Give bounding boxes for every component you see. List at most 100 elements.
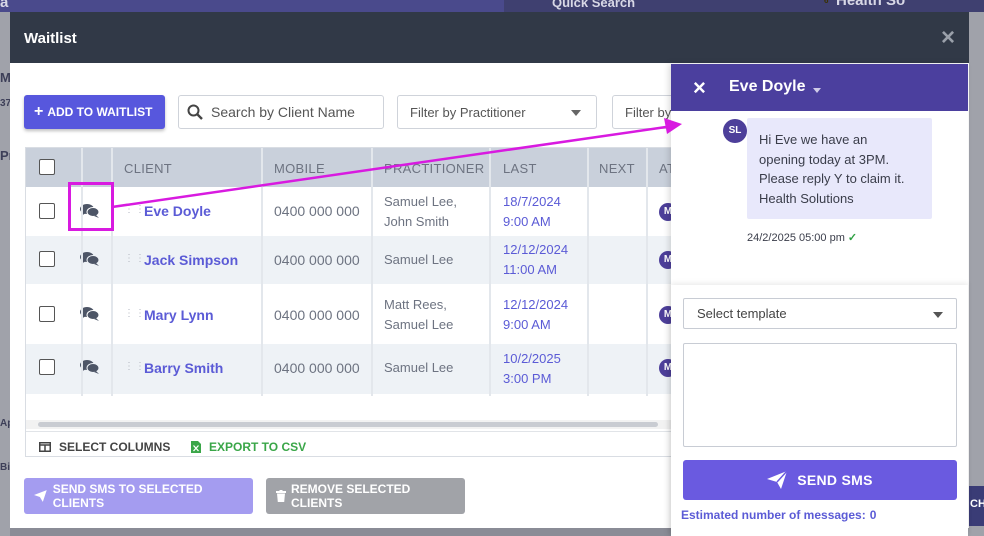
- last-time: 9:00 AM: [503, 214, 551, 229]
- last-date: 12/12/2024: [503, 242, 569, 257]
- last-appointment-cell[interactable]: 12/12/2024 11:00 AM: [503, 240, 568, 280]
- send-sms-selected-button[interactable]: SEND SMS TO SELECTED CLIENTS: [24, 478, 253, 514]
- background-right-button: CHA: [968, 486, 984, 526]
- select-columns-label: SELECT COLUMNS: [59, 440, 171, 454]
- add-to-waitlist-label: ADD TO WAITLIST: [47, 105, 153, 119]
- practitioner-cell: Matt Rees, Samuel Lee: [384, 295, 453, 335]
- message-line: Please reply Y to claim it.: [759, 171, 905, 186]
- send-sms-button[interactable]: SEND SMS: [683, 460, 957, 500]
- client-name-link[interactable]: Jack Simpson: [144, 252, 238, 268]
- practitioner-line: Samuel Lee: [384, 360, 454, 375]
- chat-icon[interactable]: [80, 306, 100, 322]
- column-divider: [587, 148, 589, 396]
- chevron-down-icon[interactable]: [813, 88, 821, 93]
- practitioner-line: John Smith: [384, 214, 450, 229]
- template-select[interactable]: Select template: [683, 298, 957, 329]
- last-date: 12/12/2024: [503, 297, 569, 312]
- header-client[interactable]: CLIENT: [124, 148, 172, 187]
- client-name-link[interactable]: Mary Lynn: [144, 307, 214, 323]
- practitioner-line: Samuel Lee: [384, 317, 454, 332]
- background-topbar-right: Quick Search Health So 6: [504, 0, 984, 12]
- column-divider: [371, 148, 373, 396]
- select-all-checkbox[interactable]: [39, 159, 55, 175]
- sms-close-button[interactable]: ×: [693, 75, 706, 101]
- client-name-link[interactable]: Barry Smith: [144, 360, 223, 376]
- last-appointment-cell[interactable]: 18/7/2024 9:00 AM: [503, 192, 561, 232]
- practitioner-line: Samuel Lee,: [384, 194, 457, 209]
- background-right-strip: [968, 12, 984, 536]
- select-columns-button[interactable]: SELECT COLUMNS: [39, 440, 170, 454]
- columns-icon: [39, 442, 51, 452]
- sms-compose: Select template SEND SMS Estimated numbe…: [671, 285, 968, 536]
- waitlist-table: CLIENT MOBILE PRACTITIONER LAST NEXT AT …: [25, 147, 673, 457]
- filter-practitioner-label: Filter by Practitioner: [410, 104, 526, 120]
- remove-selected-label: REMOVE SELECTED CLIENTS: [291, 482, 411, 510]
- send-icon: [34, 490, 47, 502]
- table-row: ⋮⋮ Barry Smith 0400 000 000 Samuel Lee 1…: [26, 344, 672, 394]
- horizontal-scrollbar[interactable]: [26, 420, 672, 429]
- drag-handle-icon[interactable]: ⋮⋮: [124, 205, 145, 215]
- header-practitioner[interactable]: PRACTITIONER: [384, 148, 484, 187]
- mobile-cell: 0400 000 000: [274, 203, 360, 219]
- sms-panel: × Eve Doyle SL Hi Eve we have an opening…: [671, 64, 968, 536]
- practitioner-line: Matt Rees,: [384, 297, 447, 312]
- mobile-cell: 0400 000 000: [274, 307, 360, 323]
- search-icon: [187, 104, 203, 120]
- last-appointment-cell[interactable]: 12/12/2024 9:00 AM: [503, 295, 568, 335]
- sms-message-input[interactable]: [683, 343, 957, 447]
- table-row: ⋮⋮ Jack Simpson 0400 000 000 Samuel Lee …: [26, 236, 672, 284]
- header-mobile[interactable]: MOBILE: [274, 148, 325, 187]
- plus-icon: +: [34, 103, 44, 120]
- send-sms-label: SEND SMS: [797, 472, 873, 488]
- client-name-link[interactable]: Eve Doyle: [144, 203, 211, 219]
- background-left-text: Bi: [0, 462, 10, 473]
- export-csv-button[interactable]: EXPORT TO CSV: [191, 440, 306, 454]
- header-next[interactable]: NEXT: [599, 148, 635, 187]
- filter-practitioner-select[interactable]: Filter by Practitioner: [397, 95, 597, 129]
- message-timestamp: 24/2/2025 05:00 pm ✓: [747, 231, 857, 244]
- column-divider: [646, 148, 648, 396]
- trash-icon: [276, 490, 286, 502]
- send-sms-selected-label: SEND SMS TO SELECTED CLIENTS: [52, 482, 203, 510]
- last-appointment-cell[interactable]: 10/2/2025 3:00 PM: [503, 349, 561, 389]
- remove-selected-button[interactable]: REMOVE SELECTED CLIENTS: [266, 478, 465, 514]
- template-select-label: Select template: [697, 306, 787, 321]
- scrollbar-thumb[interactable]: [38, 422, 658, 427]
- mobile-cell: 0400 000 000: [274, 252, 360, 268]
- column-divider: [489, 148, 491, 396]
- row-checkbox[interactable]: [39, 359, 55, 375]
- send-icon: [767, 471, 788, 489]
- practitioner-cell: Samuel Lee: [384, 250, 453, 270]
- add-to-waitlist-button[interactable]: + ADD TO WAITLIST: [24, 95, 165, 129]
- drag-handle-icon[interactable]: ⋮⋮: [124, 254, 145, 264]
- message-line: Health Solutions: [759, 190, 854, 206]
- client-search[interactable]: [178, 95, 384, 129]
- row-checkbox[interactable]: [39, 251, 55, 267]
- chevron-down-icon: [571, 110, 581, 116]
- excel-file-icon: [191, 441, 201, 453]
- drag-handle-icon[interactable]: ⋮⋮: [124, 309, 145, 319]
- table-row: ⋮⋮ Eve Doyle 0400 000 000 Samuel Lee, Jo…: [26, 187, 672, 236]
- last-date: 10/2/2025: [503, 351, 561, 366]
- filter-other-label: Filter by: [625, 104, 672, 120]
- background-topbar-text: a: [0, 0, 9, 11]
- mobile-cell: 0400 000 000: [274, 360, 360, 376]
- column-divider: [261, 148, 263, 396]
- modal-close-button[interactable]: ×: [941, 24, 955, 52]
- header-last[interactable]: LAST: [503, 148, 537, 187]
- chat-icon[interactable]: [80, 359, 100, 375]
- row-checkbox[interactable]: [39, 306, 55, 322]
- chevron-down-icon: [933, 312, 943, 318]
- table-row: ⋮⋮ Mary Lynn 0400 000 000 Matt Rees, Sam…: [26, 284, 672, 344]
- message-bubble: Hi Eve we have an opening today at 3PM. …: [747, 118, 932, 219]
- last-time: 3:00 PM: [503, 371, 552, 386]
- message-line: Hi Eve we have an: [759, 132, 868, 147]
- sms-client-name[interactable]: Eve Doyle: [729, 78, 805, 96]
- export-csv-label: EXPORT TO CSV: [209, 440, 307, 454]
- chat-icon[interactable]: [80, 251, 100, 267]
- last-time: 9:00 AM: [503, 317, 551, 332]
- client-search-input[interactable]: [211, 104, 371, 120]
- row-checkbox[interactable]: [39, 203, 55, 219]
- drag-handle-icon[interactable]: ⋮⋮: [124, 362, 145, 372]
- sender-avatar: SL: [723, 119, 747, 143]
